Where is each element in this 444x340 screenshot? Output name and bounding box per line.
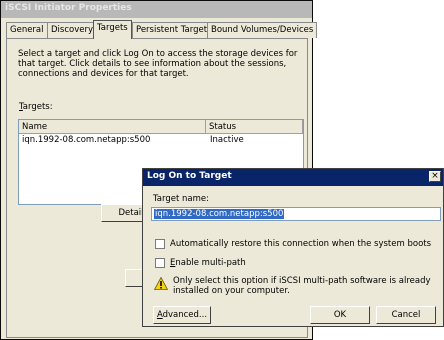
tab-bound-volumes[interactable]: Bound Volumes/Devices <box>207 22 318 38</box>
warning-icon <box>154 277 168 290</box>
tab-persistent-targets[interactable]: Persistent Targets <box>132 22 216 38</box>
dialog-title-text: Log On to Target <box>147 171 232 181</box>
targets-label: Targets: <box>19 102 53 112</box>
dialog-title: Log On to Target × <box>143 169 443 186</box>
cancel-button[interactable]: Cancel <box>376 306 436 324</box>
tab-targets[interactable]: Targets <box>93 20 132 39</box>
target-name-field[interactable]: iqn.1992-08.com.netapp:s500 <box>151 207 441 221</box>
window-title: iSCSI Initiator Properties <box>1 1 312 18</box>
close-icon[interactable]: × <box>429 171 441 182</box>
column-header-name[interactable]: Name <box>19 120 206 134</box>
targets-description: Select a target and click Log On to acce… <box>18 49 298 79</box>
target-status-cell: Inactive <box>210 135 244 145</box>
table-row[interactable]: iqn.1992-08.com.netapp:s500 Inactive <box>19 134 303 146</box>
logon-dialog: Log On to Target × Target name: iqn.1992… <box>142 168 444 327</box>
advanced-button[interactable]: Advanced... <box>153 306 211 324</box>
tab-discovery[interactable]: Discovery <box>47 22 97 38</box>
tab-general[interactable]: General <box>6 22 48 38</box>
auto-restore-label: Automatically restore this connection wh… <box>170 239 432 249</box>
target-name-cell: iqn.1992-08.com.netapp:s500 <box>22 135 151 145</box>
target-name-label: Target name: <box>153 194 209 204</box>
multipath-label: Enable multi-path <box>170 258 246 268</box>
multipath-warning-text: Only select this option if iSCSI multi-p… <box>173 276 431 296</box>
multipath-checkbox[interactable] <box>155 258 165 268</box>
ok-button[interactable]: OK <box>310 306 370 324</box>
auto-restore-checkbox[interactable] <box>155 239 165 249</box>
column-header-status[interactable]: Status <box>206 120 303 134</box>
target-name-value: iqn.1992-08.com.netapp:s500 <box>154 209 285 219</box>
